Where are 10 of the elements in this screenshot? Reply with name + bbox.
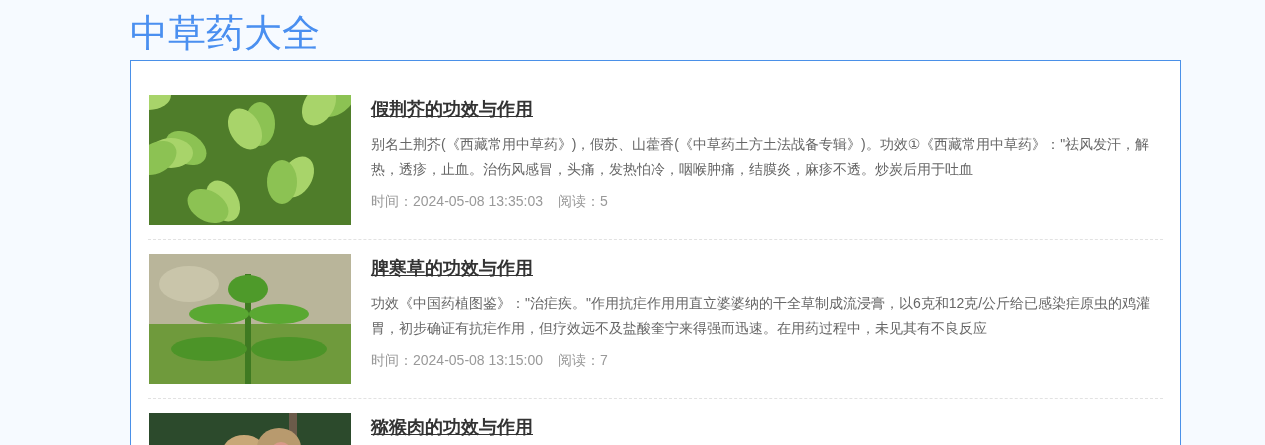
article-title-link[interactable]: 脾寒草的功效与作用	[371, 255, 1163, 281]
article-title-link[interactable]: 假荆芥的功效与作用	[371, 96, 1163, 122]
publish-time: 时间：2024-05-08 13:15:00	[371, 351, 543, 370]
read-count: 阅读：7	[558, 351, 608, 370]
article-title-link[interactable]: 猕猴肉的功效与作用	[371, 414, 1163, 440]
page-title: 中草药大全	[130, 11, 321, 56]
article-summary: 功效《中国药植图鉴》："治疟疾。"作用抗疟作用用直立婆婆纳的干全草制成流浸膏，以6克和12克/公斤给已感染疟原虫的鸡灌胃，初步确证有抗疟作用，但疗效远不及盐酸奎宁来得强而迅速。在用药过程中，未见其有不良反应	[371, 294, 1152, 338]
article-summary: 别名土荆芥(《西藏常用中草药》)，假苏、山藿香(《中草药土方土法战备专辑》)。功效①《西藏常用中草药》："祛风发汗，解热，透疹，止血。治伤风感冒，头痛，发热怕冷，咽喉肿痛，结膜炎，麻疹不透。炒炭后用于吐血	[371, 135, 1151, 179]
read-count: 阅读：5	[558, 192, 608, 211]
publish-time: 时间：2024-05-08 13:35:03	[371, 192, 543, 211]
